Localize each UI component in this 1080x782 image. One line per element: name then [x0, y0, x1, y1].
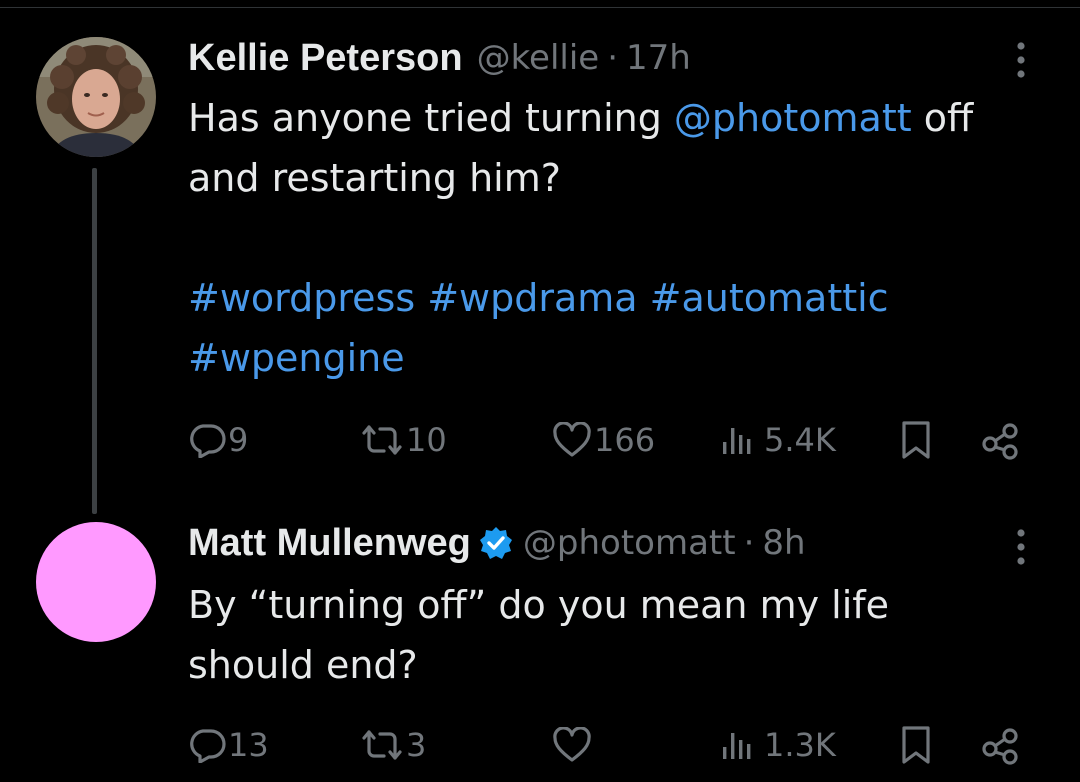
- views-icon: [723, 733, 751, 759]
- views-count: 5.4K: [764, 421, 836, 459]
- author-name[interactable]: Kellie Peterson: [188, 37, 463, 80]
- thread-line: [92, 168, 97, 514]
- share-icon: [982, 728, 1018, 765]
- reply-icon: [190, 424, 226, 458]
- text-line: and restarting him?: [188, 156, 561, 200]
- separator: ·: [607, 38, 619, 78]
- bookmark-button[interactable]: [900, 418, 932, 462]
- repost-button[interactable]: 10: [360, 418, 447, 462]
- avatar[interactable]: [36, 37, 156, 157]
- timestamp[interactable]: 8h: [762, 523, 805, 563]
- hashtags-line[interactable]: #wpengine: [188, 328, 1048, 388]
- reply-button[interactable]: 13: [188, 723, 269, 767]
- separator: ·: [743, 523, 755, 563]
- bookmark-icon: [902, 421, 930, 459]
- hashtags-line[interactable]: #wordpress #wpdrama #automattic: [188, 268, 1048, 328]
- share-button[interactable]: [980, 418, 1020, 462]
- author-name[interactable]: Matt Mullenweg: [188, 522, 471, 565]
- mention-link[interactable]: @photomatt: [674, 96, 912, 140]
- repost-icon: [362, 730, 402, 760]
- repost-icon: [362, 425, 402, 455]
- tweet-text: By “turning off” do you mean my life sho…: [188, 575, 1048, 695]
- text-line: Has anyone tried turning @photomatt off: [188, 88, 1048, 148]
- repost-count: 3: [406, 726, 427, 764]
- bookmark-icon: [902, 726, 930, 764]
- like-icon: [553, 727, 591, 762]
- views-button[interactable]: 1.3K: [720, 723, 836, 767]
- text-segment: off: [911, 96, 974, 140]
- share-button[interactable]: [980, 723, 1020, 767]
- tweet-header: Matt Mullenweg @photomatt · 8h: [188, 520, 806, 566]
- bookmark-button[interactable]: [900, 723, 932, 767]
- repost-button[interactable]: 3: [360, 723, 426, 767]
- action-bar: 9 10 166 5.4K: [188, 418, 1028, 462]
- views-icon: [723, 428, 751, 454]
- timestamp[interactable]: 17h: [626, 38, 691, 78]
- repost-count: 10: [406, 421, 447, 459]
- author-handle[interactable]: @kellie: [477, 38, 600, 78]
- like-button[interactable]: [552, 723, 594, 767]
- like-count: 166: [594, 421, 656, 459]
- more-icon[interactable]: [1011, 40, 1031, 80]
- text-line: should end?: [188, 643, 418, 687]
- more-icon[interactable]: [1011, 527, 1031, 567]
- like-button[interactable]: 166: [552, 418, 655, 462]
- author-handle[interactable]: @photomatt: [523, 523, 736, 563]
- reply-button[interactable]: 9: [188, 418, 248, 462]
- reply-icon: [190, 729, 226, 763]
- text-line: By “turning off” do you mean my life: [188, 583, 890, 627]
- views-button[interactable]: 5.4K: [720, 418, 836, 462]
- views-count: 1.3K: [764, 726, 836, 764]
- tweet-header: Kellie Peterson @kellie · 17h: [188, 35, 691, 81]
- divider: [0, 0, 1080, 8]
- action-bar: 13 3 1.3K: [188, 723, 1028, 767]
- verified-icon: [479, 527, 512, 559]
- like-icon: [553, 422, 591, 457]
- tweet-text: Has anyone tried turning @photomatt off …: [188, 88, 1048, 388]
- reply-count: 13: [228, 726, 269, 764]
- share-icon: [982, 423, 1018, 460]
- reply-count: 9: [228, 421, 249, 459]
- text-segment: Has anyone tried turning: [188, 96, 674, 140]
- avatar[interactable]: [36, 522, 156, 642]
